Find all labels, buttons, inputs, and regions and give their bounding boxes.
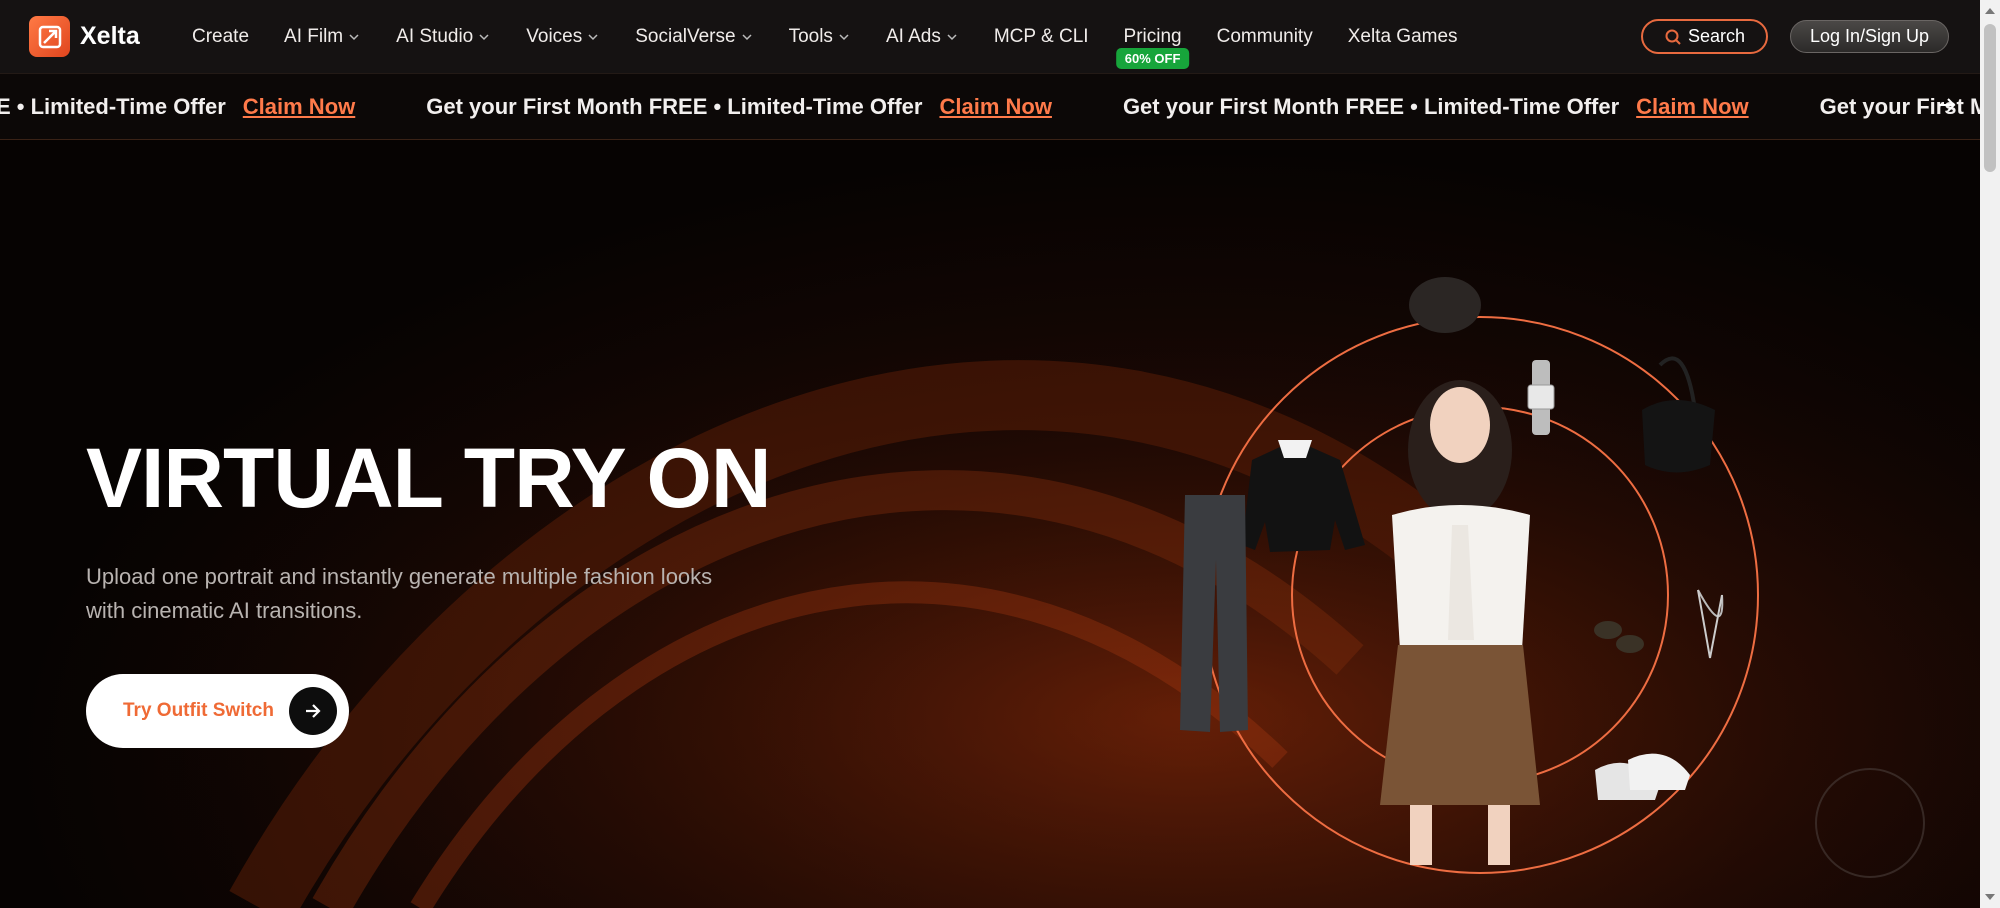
model-portrait (1380, 380, 1540, 865)
nav-item-tools[interactable]: Tools (789, 0, 851, 73)
nav-item-voices[interactable]: Voices (526, 0, 600, 73)
floating-badge[interactable] (1815, 768, 1925, 878)
necklace-icon (1697, 589, 1724, 659)
sweater-icon (1242, 440, 1365, 552)
scroll-thumb[interactable] (1984, 24, 1996, 172)
promo-text: E • Limited-Time Offer (0, 93, 226, 119)
brand-name: Xelta (80, 22, 140, 50)
nav-item-socialverse[interactable]: SocialVerse (635, 0, 753, 73)
promo-banner: E • Limited-Time Offer Claim Now Get you… (0, 74, 1980, 140)
nav-item-mcp-cli[interactable]: MCP & CLI (994, 0, 1089, 73)
promo-segment: E • Limited-Time Offer Claim Now (0, 94, 355, 120)
nav-item-ai-ads[interactable]: AI Ads (886, 0, 959, 73)
handbag-icon (1642, 356, 1715, 473)
nav-item-ai-studio[interactable]: AI Studio (396, 0, 491, 73)
chevron-down-icon (588, 33, 598, 40)
virtual-try-on-illustration (1180, 277, 1759, 874)
cta-label: Try Outfit Switch (123, 700, 274, 721)
nav-label: AI Studio (396, 25, 474, 47)
chevron-down-icon (947, 33, 957, 40)
chevron-down-icon (742, 33, 752, 40)
chevron-down-icon (479, 33, 489, 40)
chevron-down-icon (349, 33, 359, 40)
hair-accessory-icon (1409, 277, 1481, 333)
nav-item-ai-film[interactable]: AI Film (284, 0, 361, 73)
main-nav: Create AI Film AI Studio Voices SocialVe… (192, 0, 1493, 73)
nav-item-create[interactable]: Create (192, 0, 249, 73)
brand-logo[interactable]: Xelta (29, 16, 189, 57)
nav-item-community[interactable]: Community (1217, 0, 1313, 73)
search-label: Search (1687, 26, 1746, 46)
sunglasses-icon (1594, 621, 1644, 653)
claim-now-link[interactable]: Claim Now (939, 94, 1051, 120)
scroll-up-icon[interactable] (1985, 8, 1995, 14)
nav-label: AI Film (284, 25, 344, 47)
arrow-right-icon[interactable] (1936, 94, 1958, 116)
arrow-right-icon (289, 687, 337, 735)
hero-subtitle: Upload one portrait and instantly genera… (86, 564, 713, 623)
jeans-icon (1180, 495, 1248, 732)
promo-text: Get your First Month FREE • Limited-Time… (1122, 93, 1620, 119)
nav-label: Xelta Games (1347, 25, 1458, 47)
promo-text: Get your First Month FREE • Limited-Time… (426, 93, 923, 119)
hero-section: VIRTUAL TRY ON Upload one portrait and i… (0, 140, 1980, 908)
top-navbar: Xelta Create AI Film AI Studio Voices So… (0, 0, 1980, 74)
claim-now-link[interactable]: Claim Now (243, 94, 355, 120)
promo-segment: Get your First Month FREE • Limited-Time… (426, 94, 1052, 120)
nav-label: MCP & CLI (993, 25, 1089, 47)
nav-label: SocialVerse (635, 25, 736, 47)
page-scrollbar[interactable] (1980, 0, 2000, 908)
scroll-down-icon[interactable] (1985, 894, 1995, 900)
discount-badge: 60% OFF (1115, 48, 1190, 69)
login-signup-button[interactable]: Log In/Sign Up (1790, 20, 1949, 53)
hero-title: VIRTUAL TRY ON (86, 431, 771, 525)
promo-segment: Get your First Month FREE • Limited-Time… (1123, 94, 1749, 120)
search-button[interactable]: Search (1641, 19, 1768, 54)
nav-label: Voices (526, 25, 583, 47)
nav-label: Tools (788, 25, 833, 47)
search-icon (1665, 29, 1681, 45)
nav-label: AI Ads (885, 25, 941, 47)
logo-mark-icon (29, 16, 70, 57)
promo-marquee: E • Limited-Time Offer Claim Now Get you… (0, 74, 1980, 139)
try-outfit-switch-button[interactable]: Try Outfit Switch (86, 674, 349, 748)
nav-label: Create (192, 25, 250, 47)
nav-label: Pricing (1123, 25, 1182, 47)
claim-now-link[interactable]: Claim Now (1636, 94, 1748, 120)
nav-item-pricing[interactable]: Pricing 60% OFF (1115, 0, 1190, 73)
nav-item-xelta-games[interactable]: Xelta Games (1348, 0, 1458, 73)
chevron-down-icon (839, 33, 849, 40)
nav-label: Community (1216, 25, 1313, 47)
watch-icon (1527, 360, 1555, 435)
